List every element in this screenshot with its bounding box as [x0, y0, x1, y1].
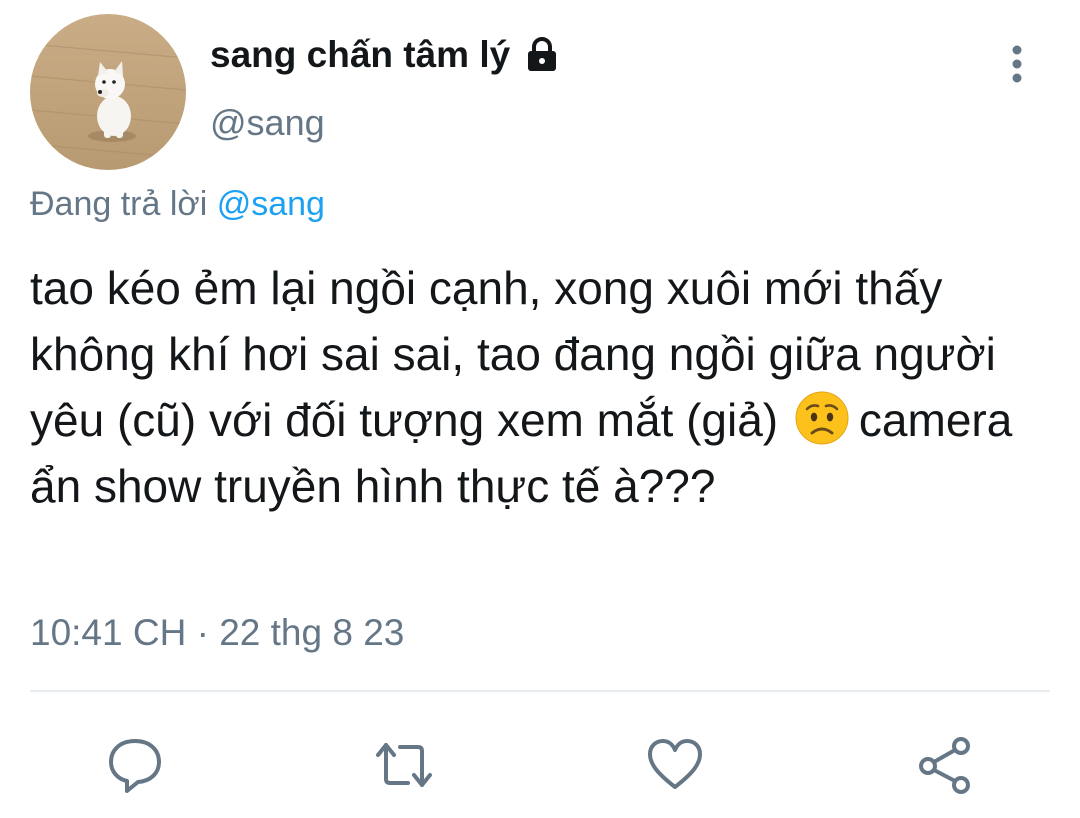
like-button[interactable]: [645, 735, 705, 795]
retweet-icon: [376, 743, 432, 787]
reply-mention-link[interactable]: @sang: [217, 185, 325, 223]
reply-button[interactable]: [105, 735, 165, 795]
tweet-text: tao kéo ẻm lại ngồi cạnh, xong xuôi mới …: [30, 255, 1060, 519]
tweet-timestamp[interactable]: 10:41 CH · 22 thg 8 23: [30, 612, 404, 654]
share-button[interactable]: [916, 735, 976, 795]
reply-prefix: Đang trả lời: [30, 185, 208, 223]
author-name-row[interactable]: sang chấn tâm lý: [210, 34, 562, 76]
dog-avatar-image: [30, 14, 186, 170]
worried-face-emoji: [793, 389, 851, 447]
avatar[interactable]: [30, 14, 186, 170]
lock-icon: [522, 35, 562, 75]
author-handle[interactable]: @sang: [210, 102, 325, 144]
tweet-text-part-1: tao kéo ẻm lại ngồi cạnh, xong xuôi mới …: [30, 262, 996, 446]
share-icon: [919, 737, 970, 794]
replying-to: Đang trả lời @sang: [30, 185, 325, 224]
heart-icon: [648, 739, 702, 789]
speech-bubble-icon: [109, 739, 161, 793]
more-vertical-icon[interactable]: [1000, 40, 1034, 90]
retweet-button[interactable]: [374, 735, 434, 795]
divider: [30, 690, 1050, 692]
display-name[interactable]: sang chấn tâm lý: [210, 34, 510, 76]
